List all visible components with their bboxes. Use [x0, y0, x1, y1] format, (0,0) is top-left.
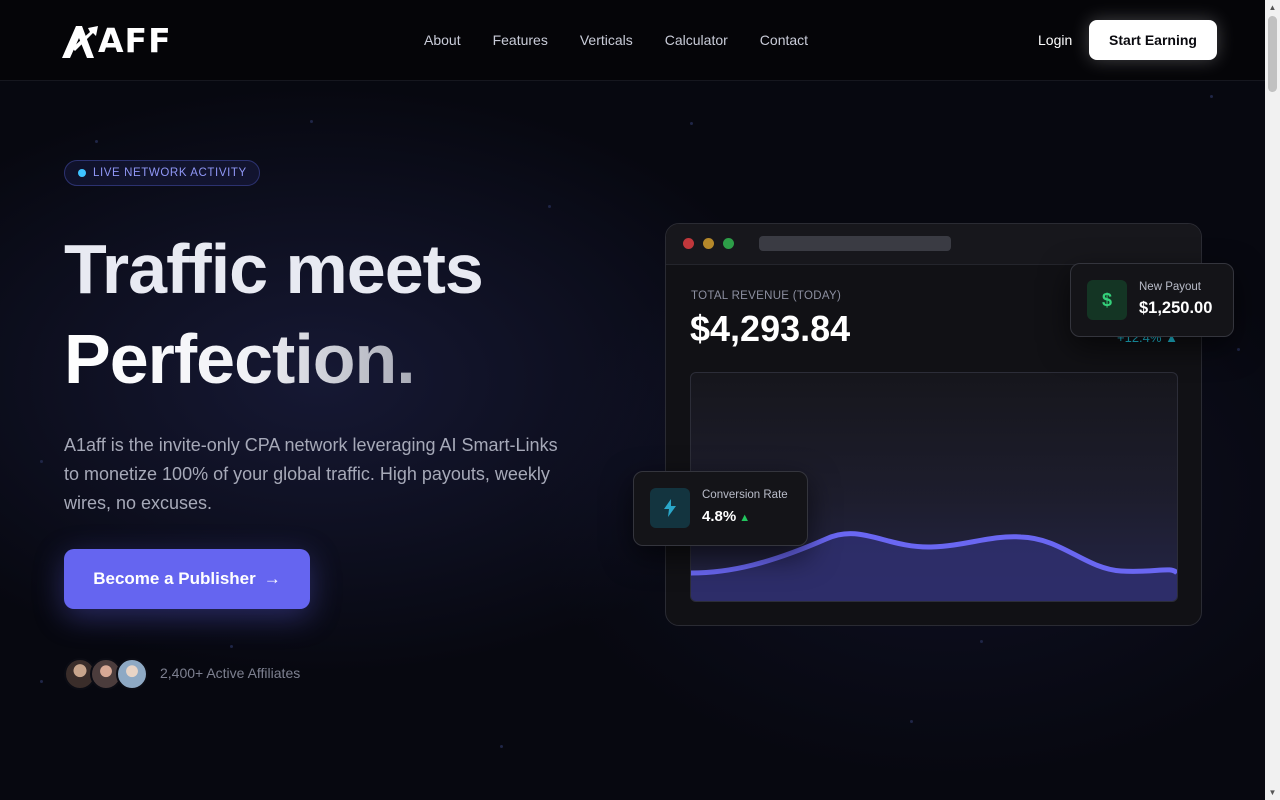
live-dot-icon: [78, 169, 86, 177]
main-nav: About Features Verticals Calculator Cont…: [424, 31, 840, 49]
affiliate-avatars: [64, 658, 148, 690]
nav-contact[interactable]: Contact: [760, 31, 808, 49]
revenue-value: $4,293.84: [690, 308, 851, 349]
logo-text: AFF: [98, 20, 172, 60]
revenue-label: TOTAL REVENUE (TODAY): [691, 290, 842, 302]
headline-line-1: Traffic meets: [64, 230, 484, 308]
conversion-value: 4.8%: [702, 508, 737, 525]
nav-about[interactable]: About: [424, 31, 461, 49]
window-maximize-dot: [723, 238, 734, 249]
arrow-right-icon: →: [263, 569, 281, 588]
become-publisher-button[interactable]: Become a Publisher →: [64, 549, 310, 609]
payout-label: New Payout: [1139, 281, 1202, 293]
new-payout-card: $ New Payout $1,250.00: [1070, 263, 1234, 337]
logo-icon: [62, 26, 98, 58]
nav-verticals[interactable]: Verticals: [580, 31, 633, 49]
login-link[interactable]: Login: [1038, 31, 1072, 49]
dollar-icon: $: [1087, 280, 1127, 320]
dashboard-window-bar: [666, 224, 1201, 265]
brand-logo[interactable]: AFF: [60, 20, 172, 60]
badge-label: LIVE NETWORK ACTIVITY: [93, 167, 247, 179]
window-close-dot: [683, 238, 694, 249]
address-bar: [759, 236, 951, 251]
window-minimize-dot: [703, 238, 714, 249]
avatar: [116, 658, 148, 690]
nav-features[interactable]: Features: [493, 31, 548, 49]
scroll-thumb[interactable]: [1268, 16, 1277, 92]
conversion-rate-card: Conversion Rate 4.8% ▲: [633, 471, 808, 546]
payout-value: $1,250.00: [1139, 299, 1213, 317]
cta-label: Become a Publisher: [93, 569, 256, 588]
headline-line-2: Perfection.: [64, 314, 483, 404]
nav-calculator[interactable]: Calculator: [665, 31, 728, 49]
hero-headline: Traffic meets Perfection.: [64, 224, 484, 404]
lightning-icon: [650, 488, 690, 528]
live-activity-badge: LIVE NETWORK ACTIVITY: [64, 160, 260, 186]
page-scrollbar[interactable]: ▲ ▼: [1265, 0, 1280, 800]
trend-up-icon: ▲: [739, 512, 751, 524]
start-earning-button[interactable]: Start Earning: [1089, 20, 1217, 60]
active-affiliates-count: 2,400+ Active Affiliates: [160, 665, 301, 681]
conversion-value-row: 4.8% ▲: [702, 508, 750, 525]
site-header: AFF About Features Verticals Calculator …: [0, 0, 1265, 81]
scroll-up-icon[interactable]: ▲: [1265, 0, 1280, 15]
hero-description: A1aff is the invite-only CPA network lev…: [64, 435, 558, 513]
scroll-down-icon[interactable]: ▼: [1265, 785, 1280, 800]
conversion-label: Conversion Rate: [702, 489, 788, 501]
